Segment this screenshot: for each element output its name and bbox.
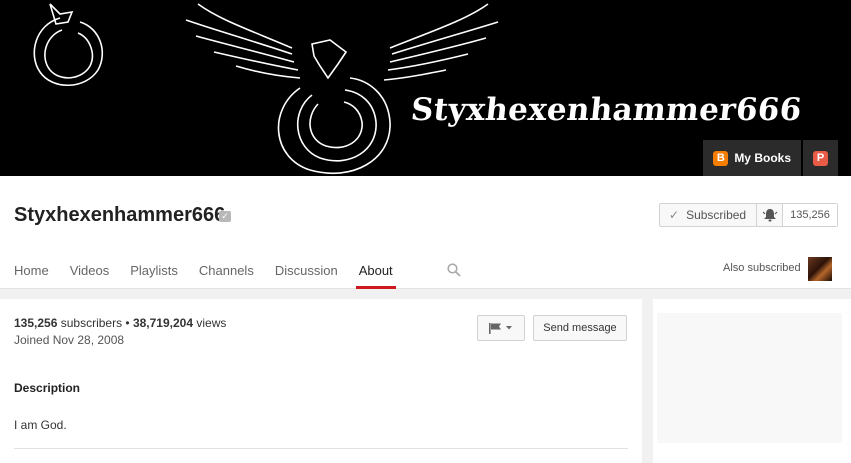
also-subscribed-label: Also subscribed	[723, 262, 801, 274]
subscriber-total: 135,256	[14, 316, 58, 330]
views-suffix: views	[193, 316, 227, 330]
tab-videos[interactable]: Videos	[70, 255, 110, 289]
tab-discussion[interactable]: Discussion	[275, 255, 338, 289]
patreon-link[interactable]: P	[803, 140, 838, 176]
subscribers-suffix: subscribers •	[57, 316, 133, 330]
description-text: I am God.	[14, 418, 67, 432]
search-icon	[447, 263, 461, 277]
channel-stats: 135,256 subscribers • 38,719,204 views	[14, 316, 226, 330]
tab-playlists[interactable]: Playlists	[130, 255, 178, 289]
report-flag-button[interactable]	[477, 315, 525, 341]
also-subscribed-avatar[interactable]	[808, 257, 832, 281]
blogger-icon: B	[713, 150, 729, 166]
my-books-link[interactable]: B My Books	[703, 140, 801, 176]
channel-header: Styxhexenhammer666 ✓ ✓ Subscribed 135,25…	[0, 176, 851, 289]
sidebar-panel	[653, 299, 851, 463]
tab-channels[interactable]: Channels	[199, 255, 254, 289]
subscriber-count: 135,256	[783, 204, 837, 226]
channel-name[interactable]: Styxhexenhammer666	[14, 204, 225, 227]
channel-banner: Styxhexenhammer666 B My Books P	[0, 0, 851, 176]
joined-date: Joined Nov 28, 2008	[14, 333, 125, 347]
description-heading: Description	[14, 381, 81, 395]
channel-tabs: Home Videos Playlists Channels Discussio…	[0, 255, 400, 289]
verified-icon: ✓	[219, 211, 231, 222]
divider	[14, 448, 628, 449]
view-total: 38,719,204	[132, 316, 194, 330]
check-icon: ✓	[669, 208, 680, 222]
send-message-button[interactable]: Send message	[533, 315, 627, 341]
about-panel: 135,256 subscribers • 38,719,204 views J…	[0, 299, 642, 463]
flag-icon	[489, 323, 512, 334]
tab-home[interactable]: Home	[14, 255, 49, 289]
sidebar-placeholder	[657, 313, 842, 443]
tab-about[interactable]: About	[355, 255, 396, 289]
subscribed-button[interactable]: ✓ Subscribed	[660, 204, 758, 226]
notification-bell-button[interactable]	[757, 204, 784, 226]
subscribed-label: Subscribed	[686, 208, 747, 222]
banner-title: Styxhexenhammer666	[409, 92, 804, 128]
channel-search-button[interactable]	[447, 263, 461, 282]
patreon-icon: P	[813, 150, 828, 166]
banner-links: B My Books P	[701, 140, 838, 176]
subscribe-group: ✓ Subscribed 135,256	[659, 203, 838, 227]
bell-icon	[762, 208, 778, 221]
my-books-label: My Books	[734, 151, 791, 165]
